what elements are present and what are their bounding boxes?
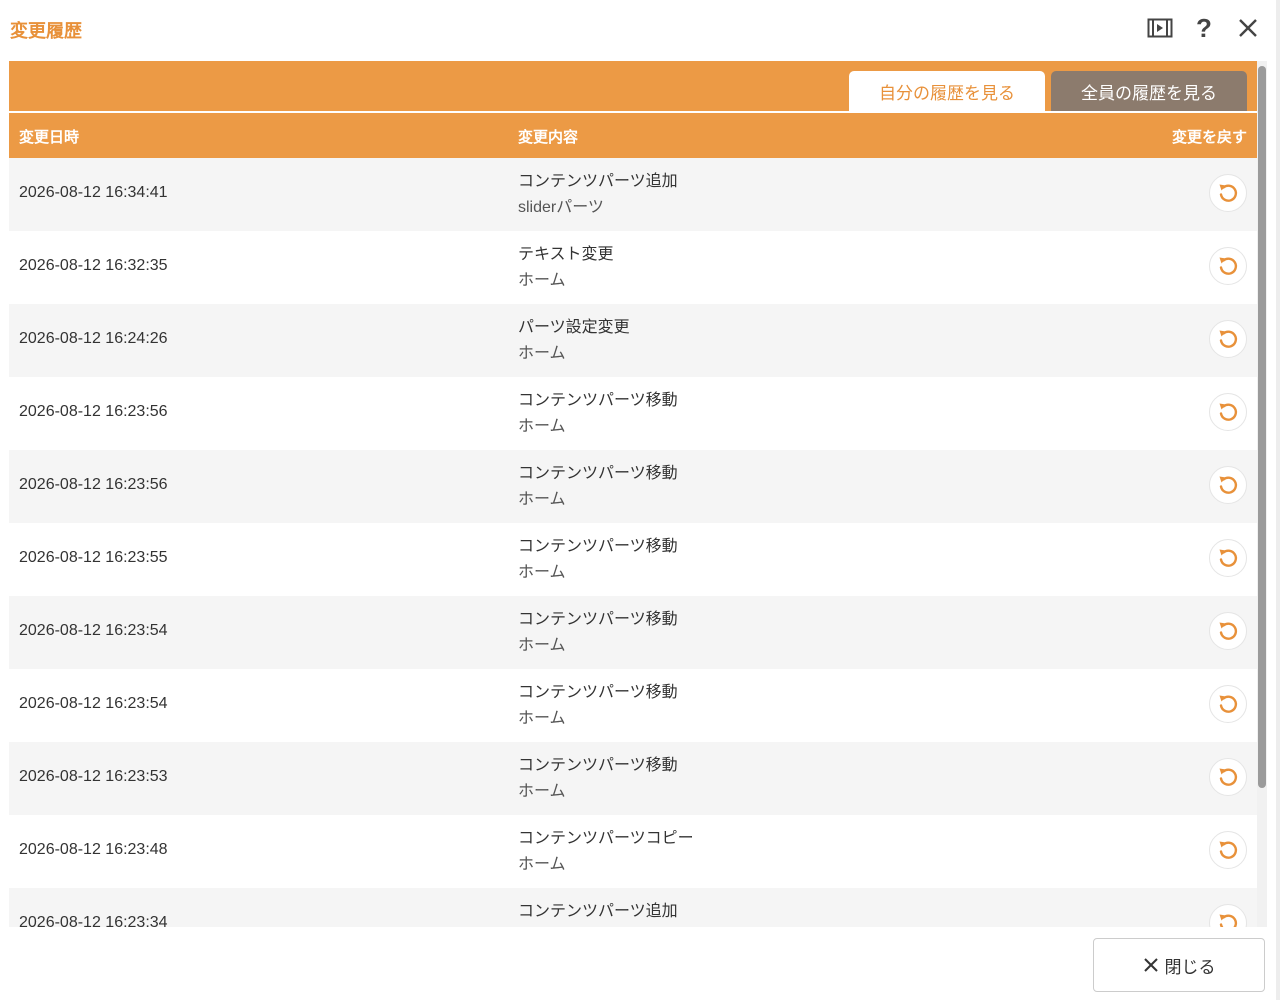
undo-icon bbox=[1219, 695, 1238, 713]
table-row: 2026-08-12 16:23:55 コンテンツパーツ移動 ホーム bbox=[9, 523, 1257, 596]
row-action: テキスト変更 bbox=[518, 246, 614, 263]
column-header-revert: 変更を戻す bbox=[1171, 128, 1247, 146]
table-row: 2026-08-12 16:34:41 コンテンツパーツ追加 sliderパーツ bbox=[9, 158, 1257, 231]
undo-icon bbox=[1219, 257, 1238, 275]
row-date: 2026-08-12 16:23:56 bbox=[19, 403, 168, 420]
row-date: 2026-08-12 16:23:53 bbox=[19, 768, 168, 785]
row-action: パーツ設定変更 bbox=[518, 319, 630, 336]
table-row: 2026-08-12 16:23:53 コンテンツパーツ移動 ホーム bbox=[9, 742, 1257, 815]
close-button[interactable]: 閉じる bbox=[1093, 938, 1265, 992]
row-date: 2026-08-12 16:23:54 bbox=[19, 622, 168, 639]
revert-button[interactable] bbox=[1209, 904, 1247, 927]
row-content: パーツ設定変更 ホーム bbox=[518, 315, 630, 367]
row-date: 2026-08-12 16:23:48 bbox=[19, 841, 168, 858]
row-target: ホーム bbox=[518, 856, 566, 873]
undo-icon bbox=[1219, 914, 1238, 927]
row-content: コンテンツパーツ移動 ホーム bbox=[518, 607, 678, 659]
undo-icon bbox=[1219, 622, 1238, 640]
close-button-label: 閉じる bbox=[1164, 957, 1216, 978]
row-content: コンテンツパーツ移動 ホーム bbox=[518, 534, 678, 586]
tab-all-history[interactable]: 全員の履歴を見る bbox=[1051, 71, 1247, 111]
row-target: ホーム bbox=[518, 637, 566, 654]
row-content: テキスト変更 ホーム bbox=[518, 242, 614, 294]
row-action: コンテンツパーツ移動 bbox=[518, 392, 678, 409]
revert-button[interactable] bbox=[1209, 466, 1247, 504]
revert-button[interactable] bbox=[1209, 393, 1247, 431]
row-target: ホーム bbox=[518, 710, 566, 727]
table-row: 2026-08-12 16:23:54 コンテンツパーツ移動 ホーム bbox=[9, 596, 1257, 669]
row-content: コンテンツパーツ移動 ホーム bbox=[518, 461, 678, 513]
undo-icon bbox=[1219, 330, 1238, 348]
revert-button[interactable] bbox=[1209, 612, 1247, 650]
row-content: コンテンツパーツ追加 bbox=[518, 899, 678, 925]
undo-icon bbox=[1219, 184, 1238, 202]
undo-icon bbox=[1219, 768, 1238, 786]
help-icon[interactable]: ? bbox=[1190, 14, 1218, 42]
table-row: 2026-08-12 16:23:56 コンテンツパーツ移動 ホーム bbox=[9, 377, 1257, 450]
row-target: ホーム bbox=[518, 564, 566, 581]
history-panel: 自分の履歴を見る 全員の履歴を見る 変更日時 変更内容 変更を戻す 2026-0… bbox=[9, 61, 1257, 927]
row-target: ホーム bbox=[518, 783, 566, 800]
row-action: コンテンツパーツ移動 bbox=[518, 611, 678, 628]
revert-button[interactable] bbox=[1209, 758, 1247, 796]
revert-button[interactable] bbox=[1209, 174, 1247, 212]
row-target: ホーム bbox=[518, 272, 566, 289]
row-date: 2026-08-12 16:24:26 bbox=[19, 330, 168, 347]
close-icon bbox=[1143, 958, 1158, 972]
undo-icon bbox=[1219, 841, 1238, 859]
tab-my-history[interactable]: 自分の履歴を見る bbox=[849, 71, 1045, 111]
revert-button[interactable] bbox=[1209, 320, 1247, 358]
revert-button[interactable] bbox=[1209, 247, 1247, 285]
row-action: コンテンツパーツ移動 bbox=[518, 757, 678, 774]
row-action: コンテンツパーツ追加 bbox=[518, 173, 678, 190]
row-content: コンテンツパーツ追加 sliderパーツ bbox=[518, 169, 678, 221]
table-row: 2026-08-12 16:23:48 コンテンツパーツコピー ホーム bbox=[9, 815, 1257, 888]
table-header: 変更日時 変更内容 変更を戻す bbox=[9, 113, 1257, 158]
row-content: コンテンツパーツ移動 ホーム bbox=[518, 680, 678, 732]
header-toolbar: ? bbox=[1146, 14, 1262, 42]
window-edge bbox=[1276, 0, 1280, 1000]
row-target: sliderパーツ bbox=[518, 199, 604, 216]
undo-icon bbox=[1219, 403, 1238, 421]
revert-button[interactable] bbox=[1209, 831, 1247, 869]
history-list: 2026-08-12 16:34:41 コンテンツパーツ追加 sliderパーツ 20… bbox=[9, 158, 1257, 927]
revert-button[interactable] bbox=[1209, 685, 1247, 723]
row-target: ホーム bbox=[518, 418, 566, 435]
row-date: 2026-08-12 16:23:56 bbox=[19, 476, 168, 493]
table-row: 2026-08-12 16:23:56 コンテンツパーツ移動 ホーム bbox=[9, 450, 1257, 523]
close-icon[interactable] bbox=[1234, 14, 1262, 42]
table-row: 2026-08-12 16:23:54 コンテンツパーツ移動 ホーム bbox=[9, 669, 1257, 742]
row-date: 2026-08-12 16:23:55 bbox=[19, 549, 168, 566]
scrollbar-thumb[interactable] bbox=[1258, 66, 1266, 788]
revert-button[interactable] bbox=[1209, 539, 1247, 577]
video-icon[interactable] bbox=[1146, 14, 1174, 42]
row-content: コンテンツパーツ移動 ホーム bbox=[518, 388, 678, 440]
undo-icon bbox=[1219, 549, 1238, 567]
row-action: コンテンツパーツ移動 bbox=[518, 684, 678, 701]
row-action: コンテンツパーツ移動 bbox=[518, 465, 678, 482]
column-header-content: 変更内容 bbox=[518, 128, 579, 146]
row-action: コンテンツパーツ追加 bbox=[518, 903, 678, 920]
row-target: ホーム bbox=[518, 345, 566, 362]
row-action: コンテンツパーツコピー bbox=[518, 830, 694, 847]
row-content: コンテンツパーツコピー ホーム bbox=[518, 826, 694, 878]
row-content: コンテンツパーツ移動 ホーム bbox=[518, 753, 678, 805]
undo-icon bbox=[1219, 476, 1238, 494]
tabs-bar: 自分の履歴を見る 全員の履歴を見る bbox=[9, 61, 1257, 111]
table-row: 2026-08-12 16:32:35 テキスト変更 ホーム bbox=[9, 231, 1257, 304]
row-date: 2026-08-12 16:34:41 bbox=[19, 184, 168, 201]
row-date: 2026-08-12 16:23:34 bbox=[19, 914, 168, 927]
table-row: 2026-08-12 16:24:26 パーツ設定変更 ホーム bbox=[9, 304, 1257, 377]
row-target: ホーム bbox=[518, 491, 566, 508]
row-date: 2026-08-12 16:32:35 bbox=[19, 257, 168, 274]
row-date: 2026-08-12 16:23:54 bbox=[19, 695, 168, 712]
table-row: 2026-08-12 16:23:34 コンテンツパーツ追加 bbox=[9, 888, 1257, 927]
dialog-title: 変更履歴 bbox=[10, 21, 82, 42]
row-action: コンテンツパーツ移動 bbox=[518, 538, 678, 555]
column-header-date: 変更日時 bbox=[19, 128, 80, 146]
